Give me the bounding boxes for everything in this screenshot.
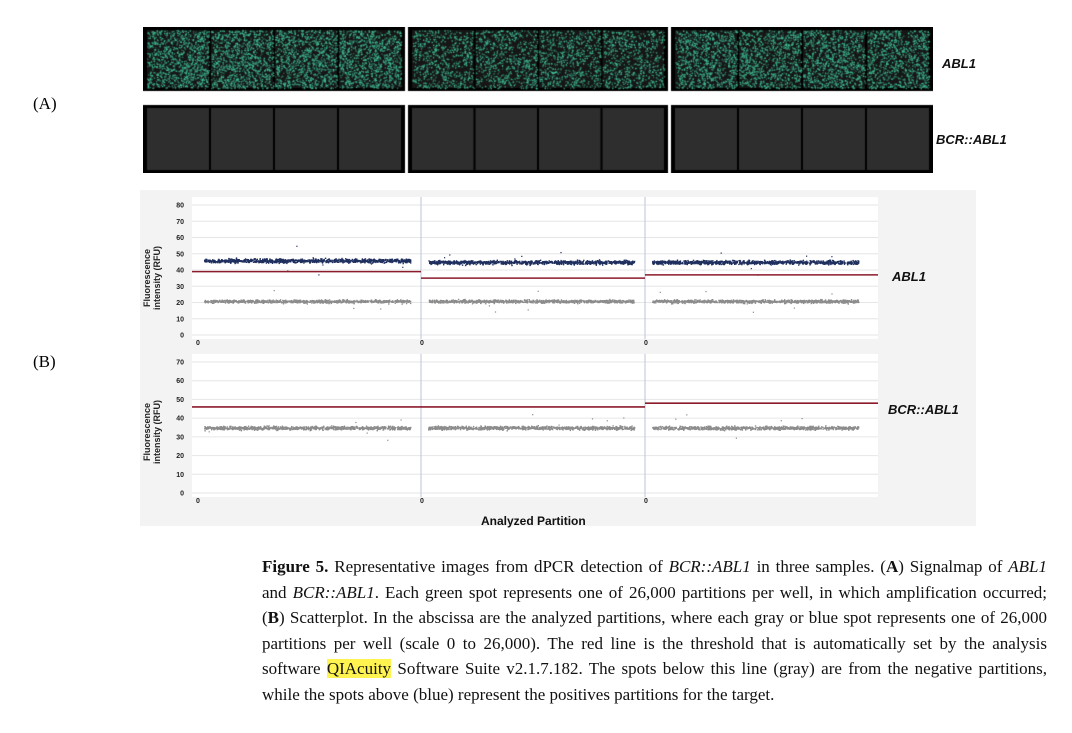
x-tick-label: 0: [196, 498, 200, 505]
signalmap-panel: [143, 27, 933, 173]
x-tick-label: 0: [644, 340, 648, 347]
x-axis-title: Analyzed Partition: [481, 514, 586, 528]
y-tick-label: 0: [180, 333, 184, 340]
plot-area-2: [192, 354, 878, 497]
x-tick-label: 0: [644, 498, 648, 505]
plot-area-1: [192, 197, 878, 339]
scatterplot-svg: 0 10 20 30 40 50 60 70 80 0 0 0 0 10 20 30 40 50 60 70 0 0 0: [176, 197, 878, 505]
x-tick-label: 0: [420, 498, 424, 505]
y-tick-label: 30: [176, 284, 184, 291]
y-tick-label: 60: [176, 378, 184, 385]
figure-caption: Figure 5. Representative images from dPC…: [262, 557, 1048, 704]
signalmap-image: [143, 27, 933, 173]
caption-label: Figure 5.: [262, 557, 329, 576]
y-tick-label: 30: [176, 434, 184, 441]
y-tick-label: 70: [176, 219, 184, 226]
highlighted-term: QIAcuity: [326, 659, 392, 678]
x-tick-label: 0: [420, 340, 424, 347]
chart-label-bcr-abl1: BCR::ABL1: [888, 402, 959, 417]
y-tick-label: 50: [176, 251, 184, 258]
y-tick-label: 50: [176, 397, 184, 404]
y-tick-label: 0: [180, 491, 184, 498]
signalmap-label-bcr-abl1: BCR::ABL1: [936, 132, 1007, 147]
y-tick-label: 10: [176, 316, 184, 323]
y-tick-label: 20: [176, 300, 184, 307]
panel-b-label: (B): [33, 352, 56, 371]
y-tick-label: 40: [176, 416, 184, 423]
y-tick-label: 10: [176, 472, 184, 479]
y-tick-label: 70: [176, 360, 184, 367]
chart-label-abl1: ABL1: [892, 269, 926, 284]
x-tick-label: 0: [196, 340, 200, 347]
panel-a-label: (A): [33, 94, 57, 113]
y-tick-label: 80: [176, 203, 184, 210]
y-tick-label: 40: [176, 268, 184, 275]
y-tick-label: 60: [176, 235, 184, 242]
y-tick-label: 20: [176, 453, 184, 460]
signalmap-label-abl1: ABL1: [942, 56, 976, 71]
